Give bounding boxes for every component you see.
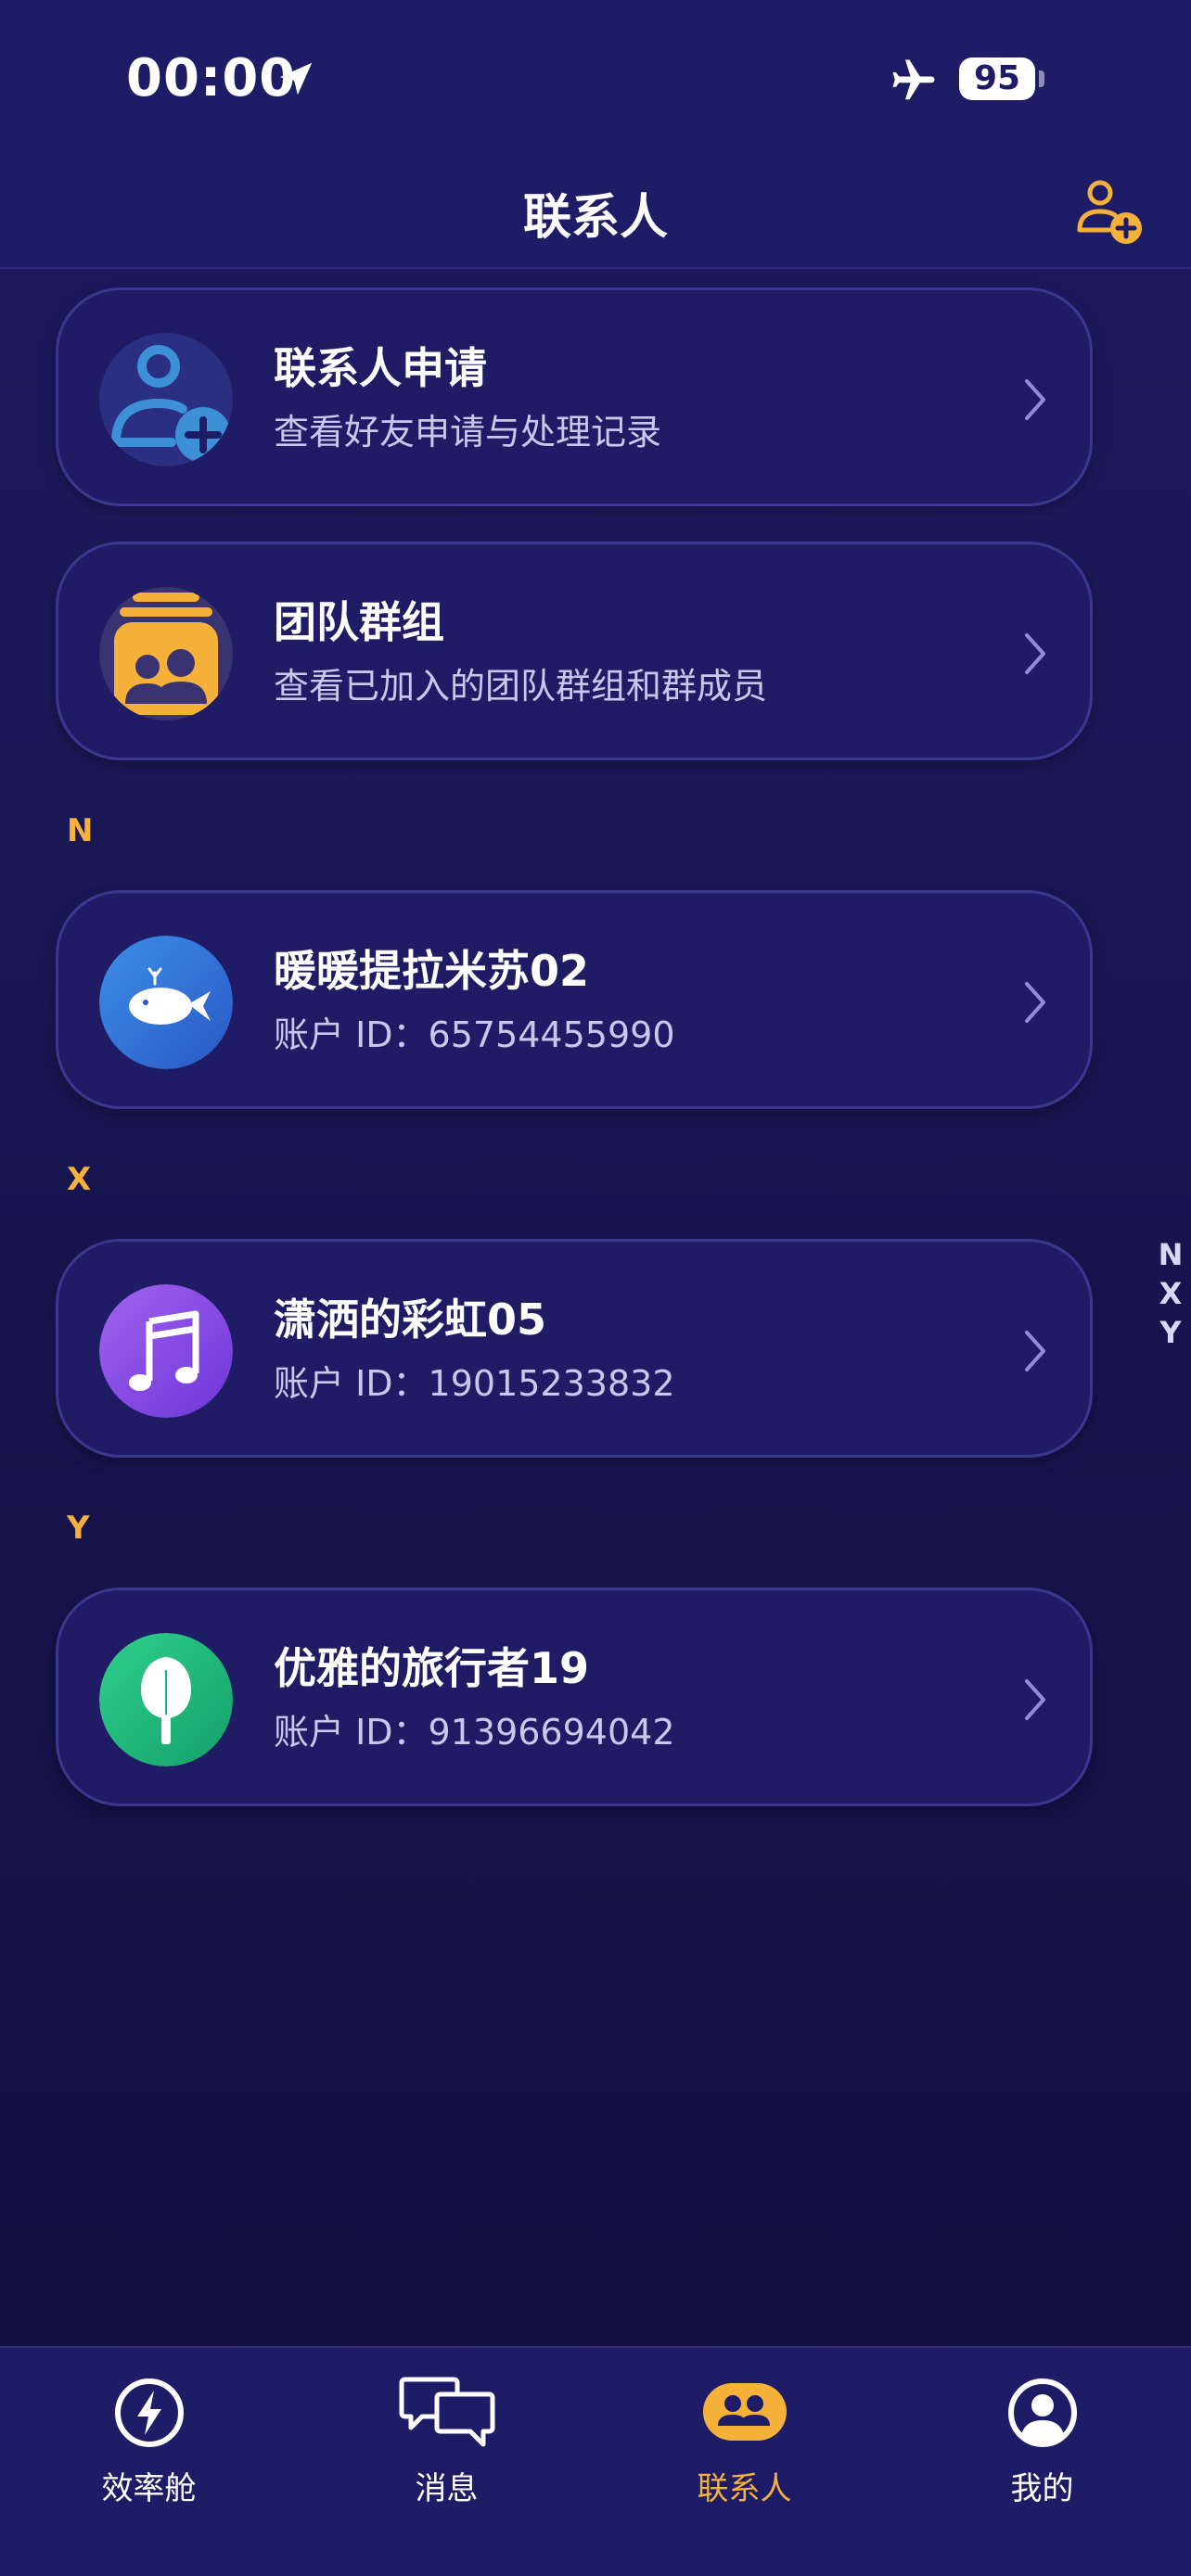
chevron-right-icon (1025, 379, 1045, 420)
card-title: 联系人申请 (274, 343, 487, 393)
card-subtitle: 查看好友申请与处理记录 (274, 412, 662, 453)
contact-item[interactable]: 潇洒的彩虹05 账户 ID：19015233832 (56, 1239, 1093, 1458)
card-title: 团队群组 (274, 597, 444, 647)
contact-requests-card[interactable]: 联系人申请 查看好友申请与处理记录 (56, 287, 1093, 506)
status-bar: 00:00 95 (0, 0, 1191, 158)
section-header-n: N (67, 812, 94, 849)
add-contact-button[interactable] (1069, 171, 1150, 252)
index-letter-x[interactable]: X (1154, 1274, 1187, 1313)
add-user-icon (99, 333, 233, 466)
tab-label: 我的 (1010, 2470, 1074, 2507)
contact-item[interactable]: 优雅的旅行者19 账户 ID：91396694042 (56, 1588, 1093, 1806)
contact-name: 潇洒的彩虹05 (274, 1294, 547, 1345)
whale-avatar-icon (99, 936, 233, 1069)
card-subtitle: 查看已加入的团队群组和群成员 (274, 666, 768, 707)
chevron-right-icon (1025, 1331, 1045, 1371)
chevron-right-icon (1025, 1679, 1045, 1720)
tab-bar: 效率舱 消息 联系人 我的 (0, 2346, 1191, 2576)
location-arrow-icon (279, 62, 313, 96)
battery-cap (1039, 70, 1044, 87)
chat-icon (399, 2377, 494, 2447)
tab-messages[interactable]: 消息 (298, 2361, 596, 2509)
tab-contacts[interactable]: 联系人 (596, 2361, 893, 2509)
contact-name: 暖暖提拉米苏02 (274, 946, 590, 996)
music-note-avatar-icon (99, 1284, 233, 1418)
contact-account-id: 账户 ID：65754455990 (274, 1014, 675, 1055)
chevron-right-icon (1025, 633, 1045, 674)
nav-bar: 联系人 (0, 158, 1191, 269)
contact-item[interactable]: 暖暖提拉米苏02 账户 ID：65754455990 (56, 890, 1093, 1109)
tab-label: 效率舱 (101, 2470, 197, 2507)
tab-label: 联系人 (697, 2470, 792, 2507)
section-header-x: X (67, 1161, 92, 1198)
contact-account-id: 账户 ID：91396694042 (274, 1712, 675, 1753)
tree-avatar-icon (99, 1633, 233, 1766)
tab-efficiency[interactable]: 效率舱 (0, 2361, 298, 2509)
airplane-icon (892, 59, 935, 100)
tab-label: 消息 (415, 2470, 479, 2507)
index-letter-n[interactable]: N (1154, 1235, 1187, 1274)
alphabet-index[interactable]: N X Y (1154, 1235, 1187, 1352)
contact-name: 优雅的旅行者19 (274, 1643, 590, 1693)
battery-level: 95 (973, 59, 1021, 97)
contacts-icon (702, 2383, 787, 2441)
tab-profile[interactable]: 我的 (893, 2361, 1191, 2509)
profile-icon (1007, 2378, 1077, 2447)
contact-account-id: 账户 ID：19015233832 (274, 1363, 675, 1404)
index-letter-y[interactable]: Y (1154, 1313, 1187, 1352)
page-title: 联系人 (522, 190, 668, 246)
chevron-right-icon (1025, 982, 1045, 1023)
battery-indicator: 95 (959, 57, 1035, 100)
section-header-y: Y (67, 1510, 90, 1547)
team-group-icon (99, 587, 233, 721)
status-time: 00:00 (126, 48, 297, 108)
bolt-icon (114, 2378, 184, 2447)
team-groups-card[interactable]: 团队群组 查看已加入的团队群组和群成员 (56, 542, 1093, 760)
